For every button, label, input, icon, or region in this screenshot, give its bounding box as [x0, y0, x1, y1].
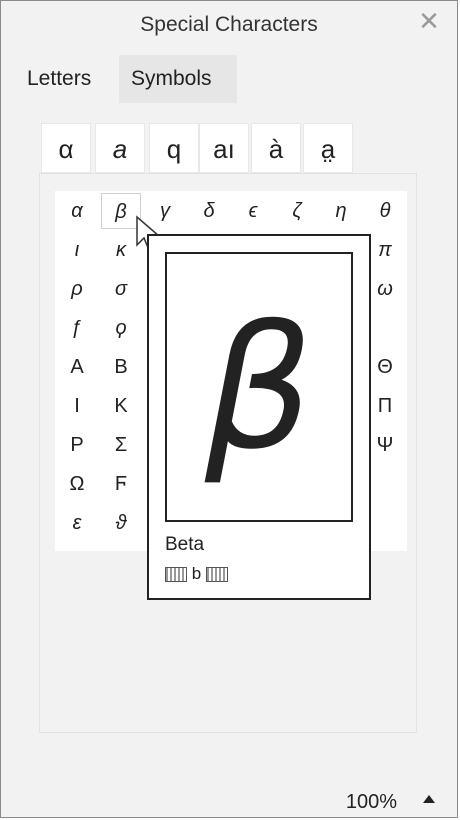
keyboard-key-icon: [205, 567, 228, 583]
character-cell[interactable]: ω: [365, 271, 405, 307]
character-cell[interactable]: δ: [189, 193, 229, 229]
character-cell[interactable]: θ: [365, 193, 405, 229]
window-title: Special Characters: [140, 13, 318, 36]
character-cell[interactable]: η: [321, 193, 361, 229]
style-tab-underdot[interactable]: a̤: [303, 123, 353, 173]
character-cell[interactable]: π: [365, 232, 405, 268]
character-cell[interactable]: Ω: [57, 466, 97, 502]
triangle-up-icon[interactable]: [419, 789, 439, 809]
title-bar: Special Characters ✕: [1, 1, 457, 47]
character-cell[interactable]: B: [101, 349, 141, 385]
character-cell[interactable]: ϙ: [101, 310, 141, 346]
close-icon[interactable]: ✕: [415, 7, 443, 35]
preview-glyph-frame: β: [165, 252, 353, 522]
character-cell: [365, 505, 405, 541]
style-tab-italic[interactable]: α: [41, 123, 91, 173]
preview-glyph: β: [204, 290, 314, 488]
character-cell[interactable]: Ψ: [365, 427, 405, 463]
preview-shortcut: b: [165, 564, 228, 584]
keyboard-key-icon: [165, 567, 187, 583]
style-tab-fraktur[interactable]: q: [149, 123, 199, 173]
style-tab-double-struck[interactable]: aı: [199, 123, 249, 173]
status-bar: 100%: [1, 783, 457, 817]
character-cell[interactable]: Π: [365, 388, 405, 424]
character-cell[interactable]: ε: [57, 505, 97, 541]
style-tab-accent[interactable]: à: [251, 123, 301, 173]
character-cell[interactable]: σ: [101, 271, 141, 307]
character-cell[interactable]: A: [57, 349, 97, 385]
character-cell[interactable]: ϑ: [101, 505, 141, 541]
character-cell[interactable]: Θ: [365, 349, 405, 385]
character-cell[interactable]: I: [57, 388, 97, 424]
special-characters-window: Special Characters ✕ Letters Symbols α a…: [0, 0, 458, 818]
tab-letters[interactable]: Letters: [15, 55, 115, 103]
character-cell[interactable]: P: [57, 427, 97, 463]
character-cell[interactable]: K: [101, 388, 141, 424]
shortcut-key: b: [191, 564, 202, 583]
preview-character-name: Beta: [165, 534, 205, 555]
character-cell[interactable]: ρ: [57, 271, 97, 307]
character-cell: [365, 466, 405, 502]
character-cell[interactable]: ι: [57, 232, 97, 268]
character-preview-popup: β Beta b: [147, 234, 371, 600]
style-tab-script[interactable]: a: [95, 123, 145, 173]
character-cell: [365, 310, 405, 346]
character-cell[interactable]: Σ: [101, 427, 141, 463]
tab-symbols[interactable]: Symbols: [119, 55, 237, 103]
character-cell[interactable]: ϵ: [233, 193, 273, 229]
zoom-level: 100%: [345, 791, 397, 813]
character-cell[interactable]: ƒ: [57, 310, 97, 346]
character-cell[interactable]: α: [57, 193, 97, 229]
character-cell[interactable]: ζ: [277, 193, 317, 229]
character-cell[interactable]: Ϝ: [101, 466, 141, 502]
